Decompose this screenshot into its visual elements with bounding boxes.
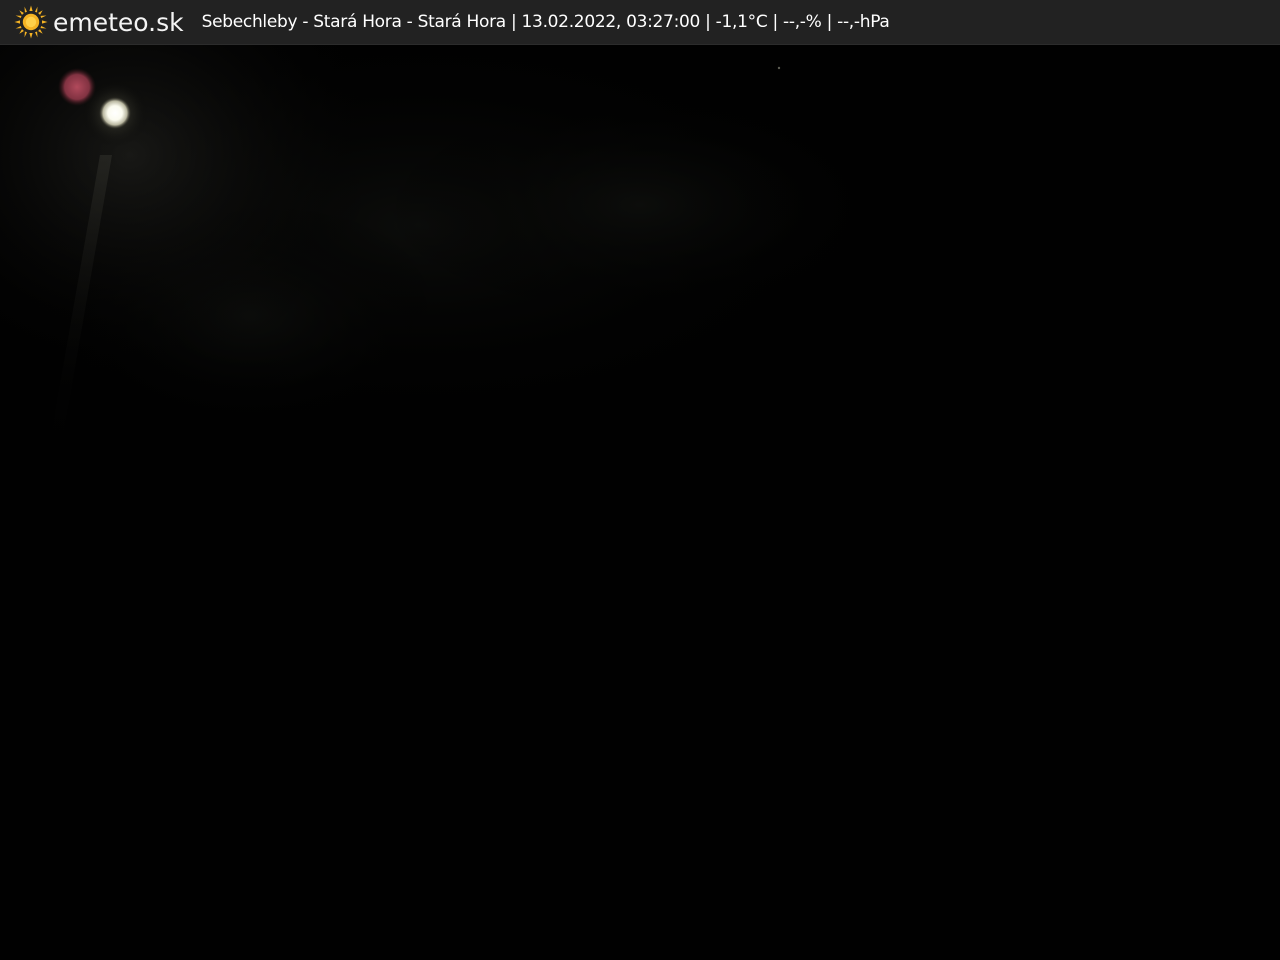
webcam-night-image — [0, 45, 1280, 960]
sun-icon — [14, 5, 48, 39]
webcam-frame: emeteo.sk Sebechleby - Stará Hora - Star… — [0, 0, 1280, 960]
brand-name: emeteo.sk — [53, 7, 184, 37]
webcam-caption: Sebechleby - Stará Hora - Stará Hora | 1… — [201, 11, 890, 32]
emeteo-logo: emeteo.sk — [14, 0, 184, 45]
night-scene — [0, 45, 1280, 960]
webcam-info-bar: emeteo.sk Sebechleby - Stará Hora - Star… — [0, 0, 1280, 45]
